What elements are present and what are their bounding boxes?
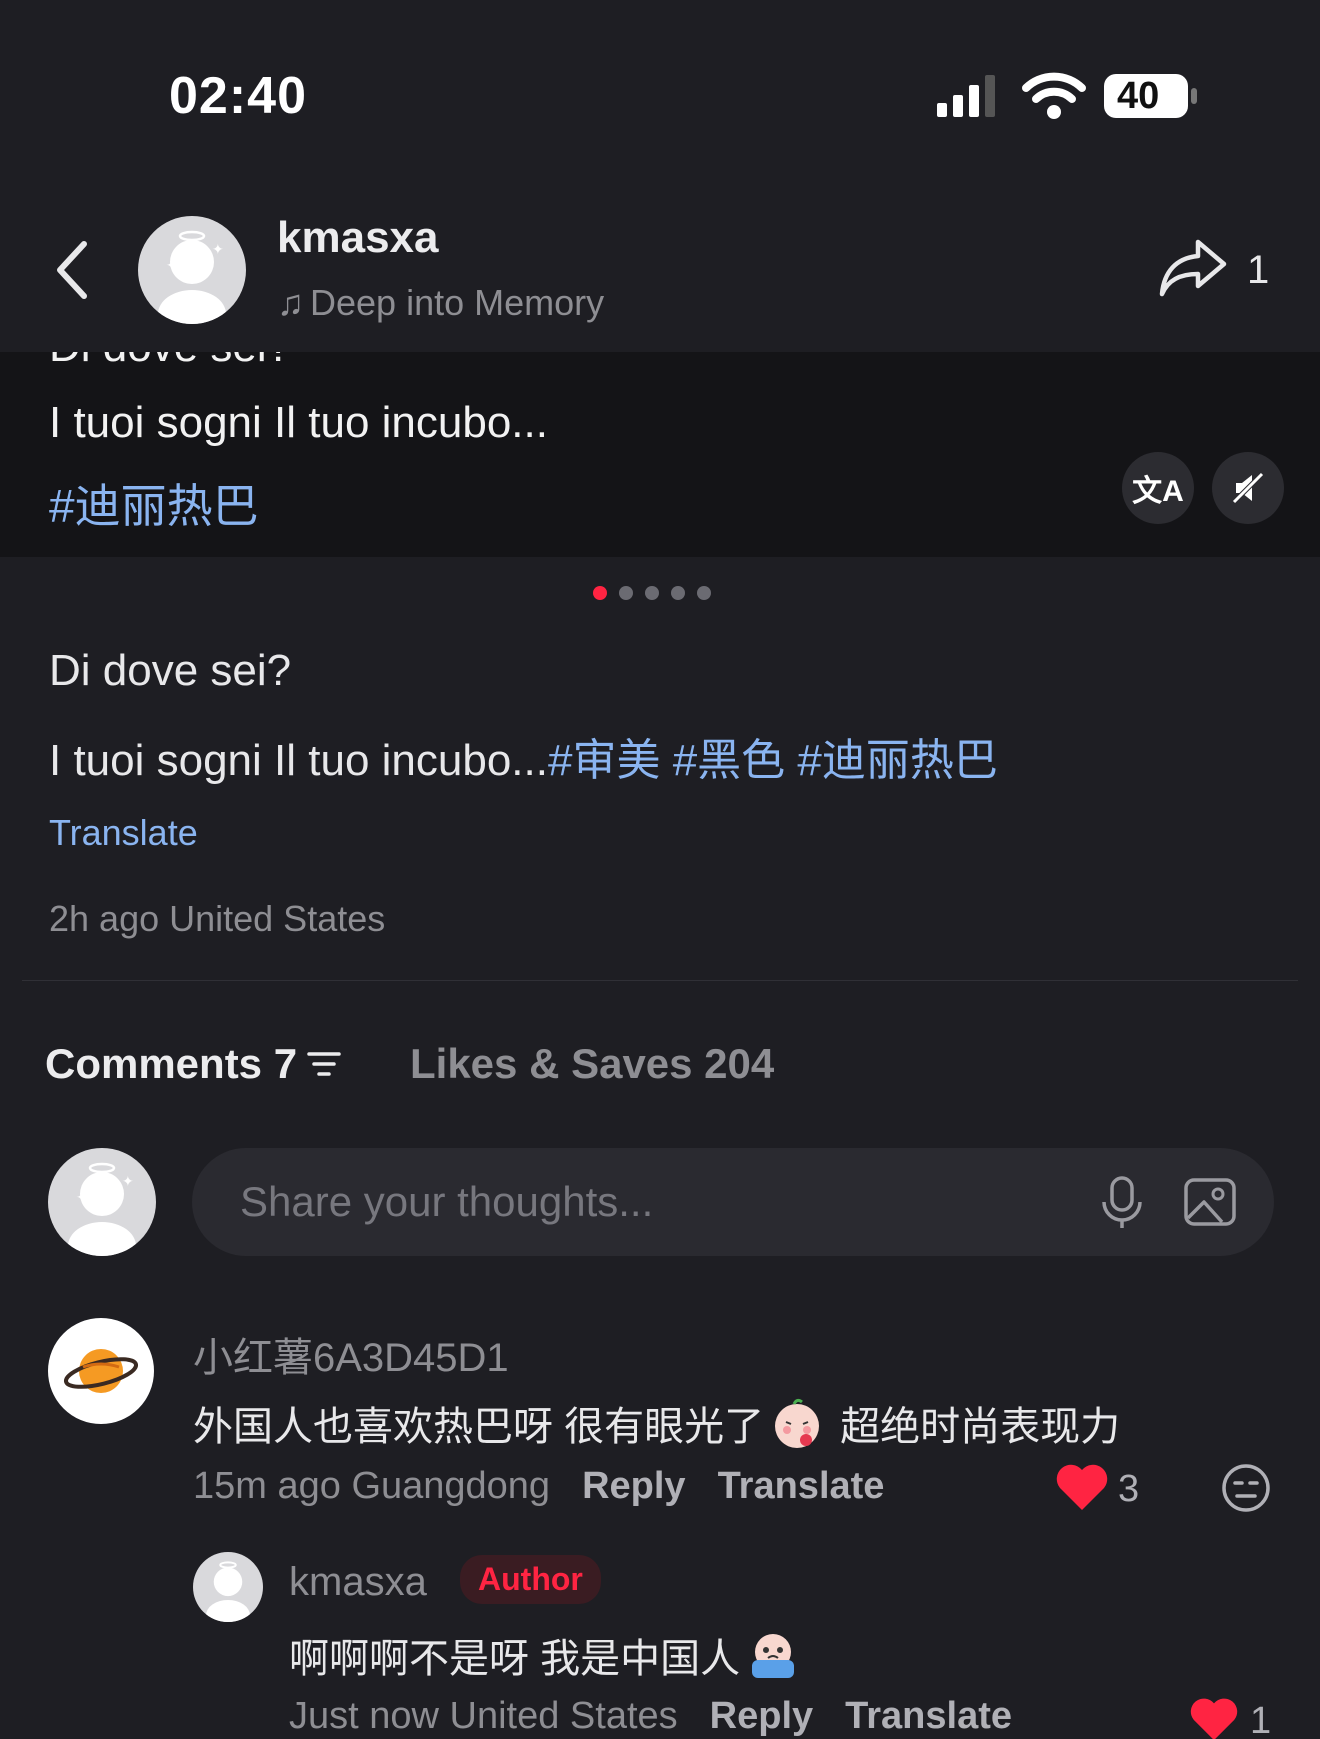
overlay-text-line: Di dove sei? (49, 352, 291, 372)
post-image-overlay[interactable]: Di dove sei? I tuoi sogni Il tuo incubo.… (0, 352, 1320, 557)
comment-text: 外国人也喜欢热巴呀 很有眼光了 超绝时尚表现力 (193, 1394, 1120, 1452)
carousel-indicator (593, 586, 711, 600)
reply-avatar[interactable] (193, 1552, 263, 1622)
commenter-name[interactable]: 小红薯6A3D45D1 (193, 1325, 509, 1383)
tab-likes-saves[interactable]: Likes & Saves 204 (410, 1040, 774, 1088)
cellular-signal-icon (937, 75, 995, 117)
share-count: 1 (1247, 248, 1270, 292)
reply-text: 啊啊啊不是呀 我是中国人 (289, 1626, 816, 1684)
comment-text-part: 超绝时尚表现力 (840, 1405, 1121, 1449)
crying-emoji-icon (752, 1634, 795, 1678)
heart-icon[interactable] (1054, 1462, 1110, 1512)
svg-text:✦: ✦ (122, 1173, 134, 1189)
carousel-dot (671, 586, 685, 600)
post-caption-line: Di dove sei? (49, 646, 292, 695)
hashtag[interactable]: #黑色 (673, 736, 785, 785)
planet-icon (63, 1349, 139, 1393)
translate-button[interactable]: Translate (718, 1465, 885, 1508)
reply-button[interactable]: Reply (710, 1695, 813, 1738)
reply-time-location: Just now United States (289, 1695, 678, 1737)
back-icon[interactable] (48, 236, 98, 304)
like-count: 3 (1118, 1468, 1140, 1510)
blush-emoji-icon (775, 1398, 820, 1448)
hashtag[interactable]: #迪丽热巴 (797, 736, 997, 785)
comment-input[interactable] (240, 1148, 1040, 1256)
microphone-icon[interactable] (1092, 1172, 1152, 1232)
comment-text-part: 外国人也喜欢热巴呀 很有眼光了 (193, 1405, 765, 1449)
reply-meta: Just now United States Reply Translate (289, 1695, 1012, 1738)
share-icon[interactable] (1158, 236, 1228, 298)
translate-post-link[interactable]: Translate (49, 812, 198, 854)
wifi-icon (1022, 72, 1086, 119)
carousel-dot (619, 586, 633, 600)
reply-button[interactable]: Reply (582, 1465, 685, 1508)
translate-icon[interactable]: 文A (1122, 452, 1194, 524)
author-avatar[interactable]: ✦ ✦ (138, 216, 246, 324)
status-time: 02:40 (169, 67, 307, 125)
reply-author-name[interactable]: kmasxa (289, 1560, 427, 1605)
carousel-dot (645, 586, 659, 600)
overlay-text-line: I tuoi sogni Il tuo incubo... (49, 398, 548, 447)
author-username[interactable]: kmasxa (277, 213, 438, 263)
heart-icon[interactable] (1188, 1696, 1240, 1739)
reply-text-part: 啊啊啊不是呀 我是中国人 (289, 1637, 741, 1681)
music-info[interactable]: ♫ Deep into Memory (277, 282, 604, 324)
post-meta: 2h ago United States (49, 898, 386, 939)
svg-text:✦: ✦ (212, 241, 224, 257)
battery-level: 40 (1117, 75, 1160, 117)
battery-icon: 40 (1103, 73, 1199, 119)
mute-icon[interactable] (1212, 452, 1284, 524)
author-badge: Author (460, 1555, 601, 1604)
like-count: 1 (1250, 1700, 1272, 1739)
svg-text:✦: ✦ (76, 1189, 88, 1205)
comment-meta: 15m ago Guangdong Reply Translate (193, 1465, 884, 1508)
music-note-icon: ♫ (277, 282, 304, 323)
commenter-avatar[interactable] (48, 1318, 154, 1424)
sort-icon[interactable] (307, 1049, 341, 1079)
divider (22, 980, 1298, 981)
comment-time-location: 15m ago Guangdong (193, 1465, 551, 1507)
comment-input-box[interactable] (192, 1148, 1274, 1256)
carousel-dot (697, 586, 711, 600)
translate-button[interactable]: Translate (845, 1695, 1012, 1738)
post-caption-line: I tuoi sogni Il tuo incubo...#审美 #黑色 #迪丽… (49, 724, 998, 788)
hashtag[interactable]: #审美 (548, 736, 660, 785)
tab-comments[interactable]: Comments 7 (45, 1040, 341, 1088)
svg-text:✦: ✦ (166, 257, 178, 273)
image-icon[interactable] (1182, 1174, 1238, 1230)
my-avatar: ✦ ✦ (48, 1148, 156, 1256)
carousel-dot-active (593, 586, 607, 600)
overlay-hashtag[interactable]: #迪丽热巴 (49, 470, 259, 536)
music-title: Deep into Memory (310, 282, 605, 323)
unamused-face-icon[interactable] (1220, 1462, 1272, 1514)
caption-text: I tuoi sogni Il tuo incubo... (49, 736, 548, 785)
tab-comments-label: Comments 7 (45, 1040, 298, 1087)
